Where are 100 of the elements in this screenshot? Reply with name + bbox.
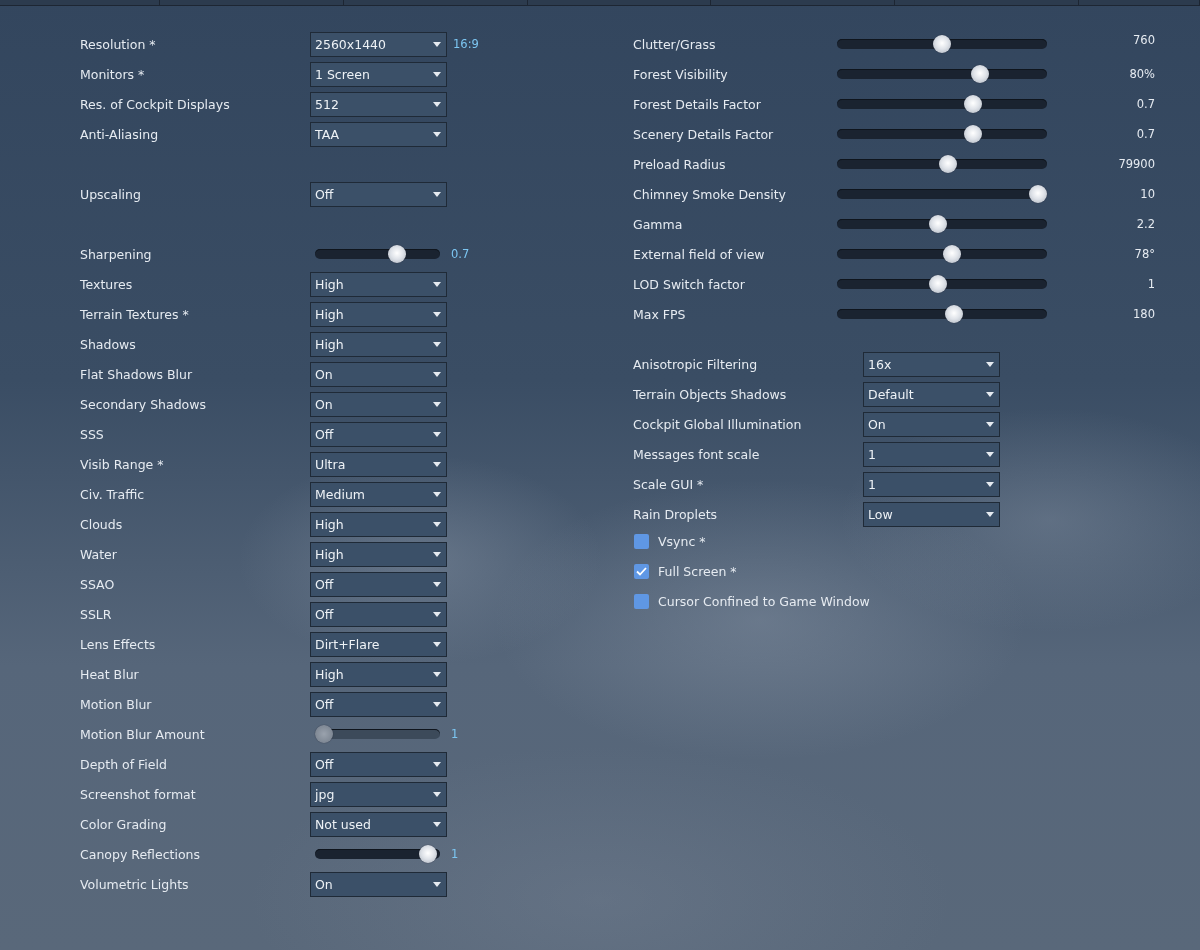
caret-icon [986, 481, 994, 487]
slider[interactable] [837, 185, 1047, 203]
caret-icon [433, 761, 441, 767]
caret-icon [433, 341, 441, 347]
setting-label: LOD Switch factor [633, 276, 746, 292]
caret-icon [433, 581, 441, 587]
dropdown[interactable]: Ultra [310, 451, 447, 477]
dropdown[interactable]: 1 Screen [310, 61, 447, 87]
dropdown[interactable]: TAA [310, 121, 447, 147]
dropdown[interactable]: Off [310, 571, 447, 597]
setting-label: Volumetric Lights [80, 876, 190, 892]
slider-thumb[interactable] [963, 125, 982, 143]
setting-label: Civ. Traffic [80, 486, 146, 502]
slider[interactable] [837, 95, 1047, 113]
slider-thumb[interactable] [963, 95, 982, 113]
setting-label: Preload Radius [633, 156, 727, 172]
setting-label: Heat Blur [80, 666, 140, 682]
slider-thumb[interactable] [944, 305, 963, 323]
dropdown[interactable]: On [310, 871, 447, 897]
slider-thumb[interactable] [938, 155, 957, 173]
slider-thumb[interactable] [933, 35, 951, 53]
slider[interactable] [315, 245, 440, 263]
setting-label: Canopy Reflections [80, 846, 201, 862]
checkbox[interactable] [634, 533, 649, 549]
slider-value: 78° [1133, 247, 1155, 261]
dropdown[interactable]: Low [863, 501, 1000, 527]
setting-label: External field of view [633, 246, 766, 262]
dropdown[interactable]: Off [310, 601, 447, 627]
dropdown[interactable]: 2560x1440 [310, 31, 447, 57]
slider[interactable] [837, 125, 1047, 143]
setting-label: Clouds [80, 516, 124, 532]
slider-thumb[interactable] [387, 245, 406, 263]
caret-icon [433, 41, 441, 47]
slider[interactable] [837, 305, 1047, 323]
slider-thumb[interactable] [929, 215, 948, 233]
dropdown[interactable]: High [310, 511, 447, 537]
slider-thumb[interactable] [418, 845, 437, 863]
dropdown[interactable]: On [863, 411, 1000, 437]
slider[interactable] [837, 215, 1047, 233]
caret-icon [986, 451, 994, 457]
setting-label: Max FPS [633, 306, 687, 322]
dropdown[interactable]: 512 [310, 91, 447, 117]
setting-label: Shadows [80, 336, 137, 352]
dropdown[interactable]: High [310, 271, 447, 297]
dropdown[interactable]: On [310, 391, 447, 417]
dropdown[interactable]: 1 [863, 471, 1000, 497]
dropdown[interactable]: 16x [863, 351, 1000, 377]
slider-thumb[interactable] [929, 275, 948, 293]
dropdown[interactable]: On [310, 361, 447, 387]
setting-label: Res. of Cockpit Displays [80, 96, 231, 112]
caret-icon [433, 491, 441, 497]
caret-icon [433, 641, 441, 647]
dropdown[interactable]: Not used [310, 811, 447, 837]
slider-thumb[interactable] [971, 65, 990, 83]
dropdown[interactable]: Dirt+Flare [310, 631, 447, 657]
setting-label: Depth of Field [80, 756, 168, 772]
slider[interactable] [837, 65, 1047, 83]
slider-thumb[interactable] [1029, 185, 1047, 203]
slider-thumb[interactable] [942, 245, 961, 263]
slider-value: 1 [451, 727, 459, 741]
caret-icon [433, 881, 441, 887]
dropdown[interactable]: jpg [310, 781, 447, 807]
dropdown[interactable]: High [310, 301, 447, 327]
slider[interactable] [837, 275, 1047, 293]
dropdown[interactable]: Off [310, 421, 447, 447]
slider-value: 760 [1132, 33, 1155, 47]
slider[interactable] [315, 845, 440, 863]
dropdown[interactable]: High [310, 661, 447, 687]
caret-icon [433, 611, 441, 617]
setting-label: Anti-Aliasing [80, 126, 160, 142]
checkbox[interactable] [634, 593, 649, 609]
checkbox[interactable] [634, 563, 649, 579]
slider-value: 0.7 [451, 247, 470, 261]
caret-icon [433, 671, 441, 677]
dropdown[interactable]: 1 [863, 441, 1000, 467]
setting-label: Cockpit Global Illumination [633, 416, 803, 432]
dropdown[interactable]: High [310, 541, 447, 567]
checkbox-label: Vsync * [658, 533, 706, 549]
caret-icon [433, 371, 441, 377]
caret-icon [433, 551, 441, 557]
dropdown[interactable]: Medium [310, 481, 447, 507]
setting-label: Textures [80, 276, 134, 292]
setting-label: Gamma [633, 216, 684, 232]
caret-icon [433, 791, 441, 797]
slider[interactable] [837, 155, 1047, 173]
slider[interactable] [315, 725, 440, 743]
dropdown[interactable]: Off [310, 751, 447, 777]
dropdown[interactable]: Default [863, 381, 1000, 407]
slider[interactable] [837, 35, 1047, 53]
setting-label: Monitors * [80, 66, 146, 82]
setting-label: Upscaling [80, 186, 142, 202]
dropdown[interactable]: High [310, 331, 447, 357]
setting-label: Visib Range * [80, 456, 165, 472]
setting-label: Rain Droplets [633, 506, 719, 522]
slider-value: 79900 [1117, 157, 1155, 171]
caret-icon [433, 821, 441, 827]
dropdown[interactable]: Off [310, 181, 447, 207]
slider[interactable] [837, 245, 1047, 263]
dropdown[interactable]: Off [310, 691, 447, 717]
setting-label: Scenery Details Factor [633, 126, 775, 142]
